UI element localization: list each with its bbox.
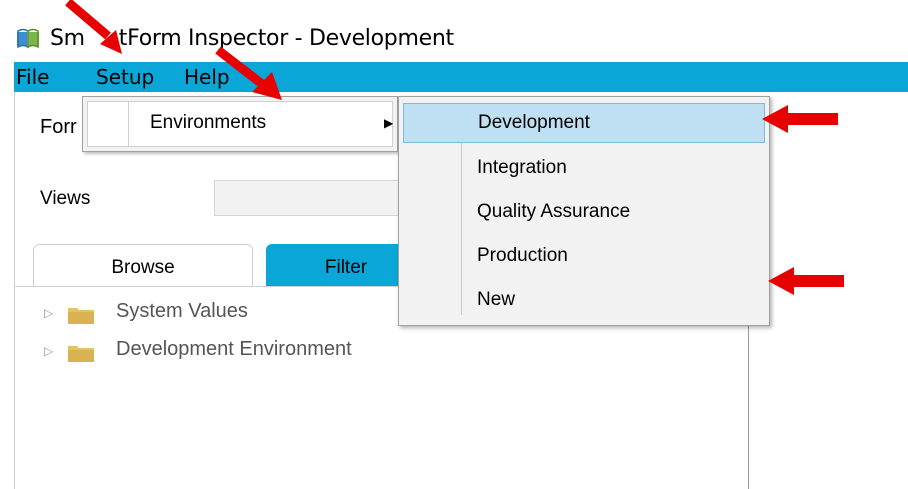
annotation-arrow-environments	[215, 46, 282, 100]
env-item-quality-assurance[interactable]: Quality Assurance	[403, 193, 765, 233]
window-left-border	[14, 92, 15, 489]
views-dropdown[interactable]	[214, 180, 414, 216]
app-icon	[17, 28, 39, 49]
menu-file[interactable]: File	[16, 65, 49, 89]
menu-bar: File Setup Help	[14, 62, 908, 92]
env-item-label: Quality Assurance	[477, 201, 631, 222]
env-item-development[interactable]: Development	[403, 103, 765, 143]
right-pane-divider-lower	[748, 380, 749, 489]
tree-item-label: Development Environment	[116, 338, 352, 360]
tree-item-label: System Values	[116, 300, 248, 322]
menu-item-environments[interactable]: Environments ▶	[87, 101, 393, 147]
env-item-new[interactable]: New	[403, 281, 765, 321]
menu-setup[interactable]: Setup	[96, 65, 154, 89]
folder-icon	[68, 346, 94, 362]
annotation-arrow-setup	[65, 0, 122, 54]
env-item-label: New	[477, 289, 516, 310]
menu-item-environments-label: Environments	[150, 112, 267, 133]
setup-dropdown: Environments ▶	[82, 96, 398, 152]
env-item-label: Development	[478, 112, 590, 133]
annotation-arrow-new	[768, 267, 844, 295]
env-item-integration[interactable]: Integration	[403, 149, 765, 189]
env-item-label: Production	[477, 245, 568, 266]
expand-icon[interactable]: ▷	[44, 306, 53, 320]
env-item-label: Integration	[477, 157, 567, 178]
expand-icon[interactable]: ▷	[44, 344, 53, 358]
tab-browse-label: Browse	[111, 257, 175, 278]
env-item-production[interactable]: Production	[403, 237, 765, 277]
folder-icon	[68, 308, 94, 324]
form-label: Forr	[40, 116, 77, 138]
views-label: Views	[40, 188, 91, 209]
title-bar: Sm tForm Inspector - Development	[0, 0, 908, 62]
tab-browse[interactable]: Browse	[33, 244, 253, 286]
annotation-arrow-development	[762, 105, 838, 133]
menu-separator	[128, 102, 129, 146]
tab-filter-label: Filter	[324, 257, 368, 278]
submenu-arrow-icon: ▶	[384, 116, 394, 130]
environments-submenu: Development Integration Quality Assuranc…	[398, 96, 770, 326]
